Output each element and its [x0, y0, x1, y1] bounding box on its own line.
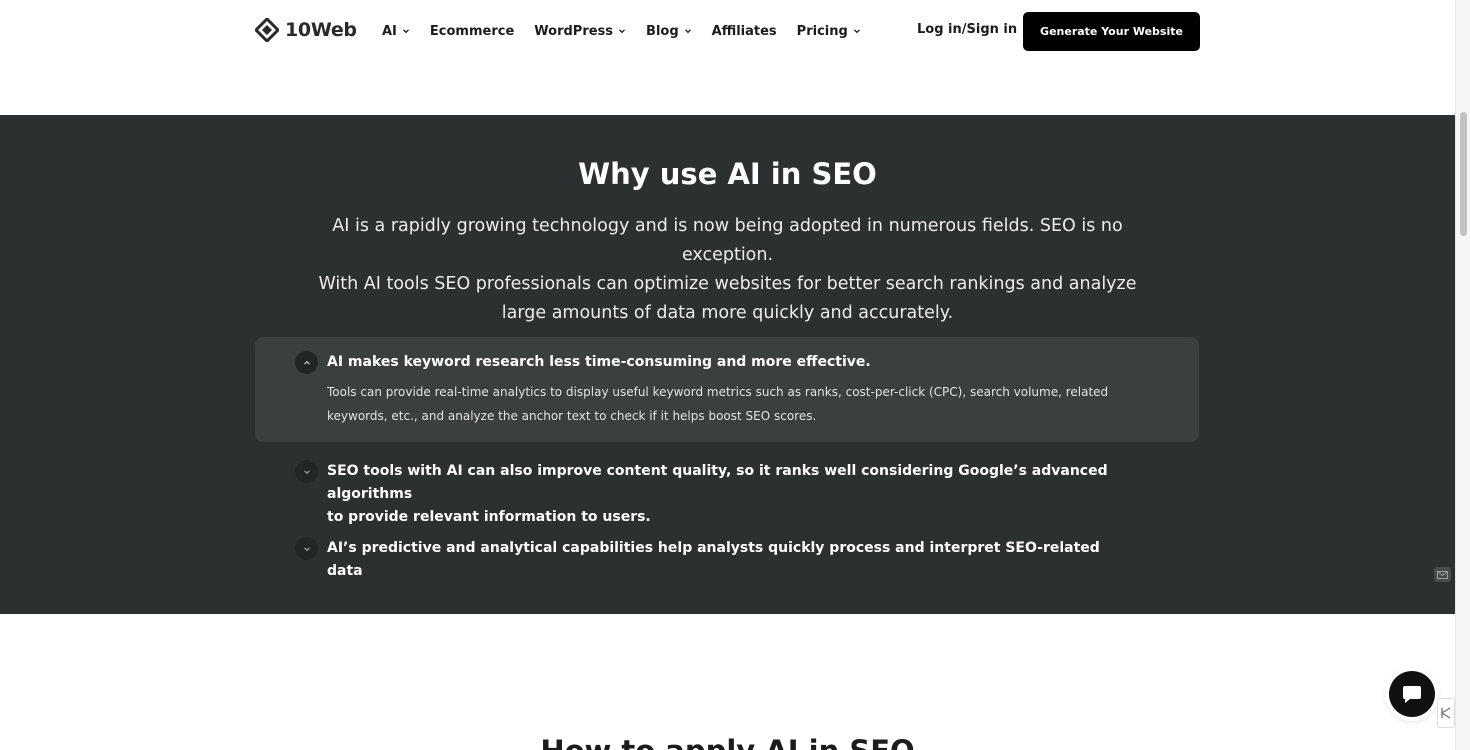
chat-bubble-icon [1403, 686, 1421, 703]
nav-item-label: WordPress [534, 23, 614, 39]
chevron-down-icon [619, 29, 626, 34]
accordion-toggle[interactable] [295, 351, 318, 374]
mail-icon [1437, 570, 1448, 579]
scrollbar-thumb[interactable] [1460, 112, 1467, 236]
nav-item-pricing[interactable]: Pricing [797, 22, 861, 40]
recaptcha-badge[interactable] [1437, 698, 1455, 728]
logo[interactable]: 10Web [255, 18, 357, 42]
nav-item-label: Blog [646, 23, 679, 39]
accordion-item-content-quality: SEO tools with AI can also improve conte… [255, 460, 1199, 525]
accordion-title-line: to provide relevant information to users… [327, 509, 651, 525]
accordion-item-predictive-analytics: AI’s predictive and analytical capabilit… [255, 537, 1199, 579]
page-scrollbar[interactable] [1455, 0, 1470, 750]
login-link[interactable]: Log in/Sign in [917, 22, 1017, 37]
accordion-item-keyword-research: AI makes keyword research less time-cons… [255, 337, 1199, 442]
accordion-title-line: SEO tools with AI can also improve conte… [327, 463, 1108, 502]
accordion-title[interactable]: AI makes keyword research less time-cons… [327, 351, 1127, 374]
chevron-down-icon [853, 29, 860, 34]
nav-item-label: AI [382, 23, 397, 39]
logo-text: 10Web [285, 19, 357, 41]
accordion-body-line: keywords, etc., and analyze the anchor t… [327, 409, 817, 423]
accordion-toggle[interactable] [295, 460, 318, 483]
nav-item-affiliates[interactable]: Affiliates [712, 22, 777, 40]
description-line: With AI tools SEO professionals can opti… [318, 274, 1137, 294]
next-section-title: How to apply AI in SEO [0, 734, 1455, 750]
chevron-down-icon [402, 29, 409, 34]
accordion-toggle[interactable] [295, 537, 318, 560]
description-line: large amounts of data more quickly and a… [501, 303, 954, 323]
nav-item-wordpress[interactable]: WordPress [534, 22, 626, 40]
nav-item-blog[interactable]: Blog [646, 22, 692, 40]
chevron-up-icon [303, 360, 310, 365]
accordion-body-line: Tools can provide real-time analytics to… [327, 385, 1109, 399]
nav-item-label: Pricing [796, 23, 848, 39]
nav-item-ecommerce[interactable]: Ecommerce [430, 22, 514, 40]
section-description: AI is a rapidly growing technology and i… [300, 212, 1155, 328]
site-header: 10Web AI Ecommerce WordPress Blog Affili… [0, 0, 1455, 115]
nav-item-label: Affiliates [711, 23, 777, 39]
why-ai-seo-section: Why use AI in SEO AI is a rapidly growin… [0, 115, 1455, 614]
accordion-title[interactable]: AI’s predictive and analytical capabilit… [327, 537, 1127, 583]
description-line: AI is a rapidly growing technology and i… [332, 216, 1123, 265]
feedback-widget[interactable] [1434, 567, 1451, 582]
chevron-down-icon [303, 546, 310, 551]
chat-button[interactable] [1389, 671, 1435, 717]
accordion-title[interactable]: SEO tools with AI can also improve conte… [327, 460, 1127, 529]
nav-item-ai[interactable]: AI [382, 22, 410, 40]
accordion-body: Tools can provide real-time analytics to… [327, 380, 1147, 428]
section-title: Why use AI in SEO [578, 157, 877, 191]
nav-item-label: Ecommerce [429, 23, 515, 39]
chevron-down-icon [303, 469, 310, 474]
generate-website-button[interactable]: Generate Your Website [1023, 12, 1200, 51]
main-nav: AI Ecommerce WordPress Blog Affiliates P… [382, 22, 881, 40]
chevron-down-icon [684, 29, 691, 34]
recaptcha-icon [1441, 707, 1451, 719]
logo-diamond-icon [255, 18, 279, 42]
